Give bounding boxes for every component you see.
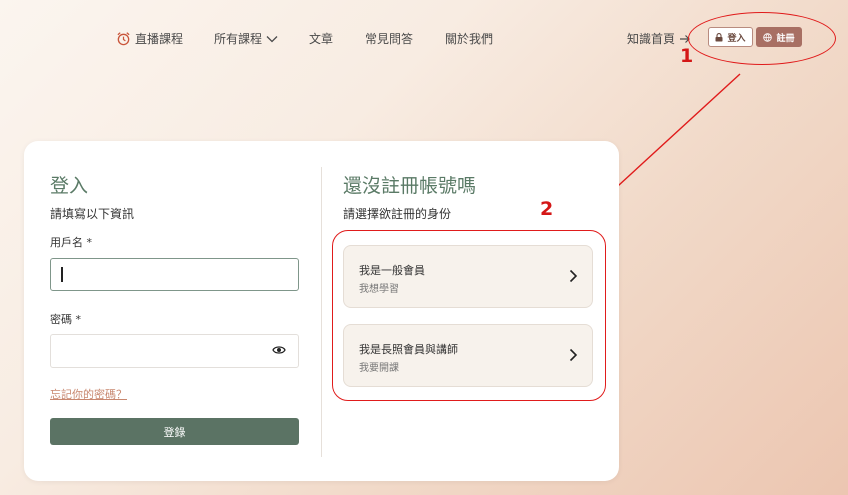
login-title: 登入: [50, 175, 89, 197]
password-input[interactable]: [50, 334, 299, 368]
column-divider: [321, 167, 322, 457]
username-input[interactable]: [50, 258, 299, 291]
register-title: 還沒註冊帳號嗎: [343, 175, 477, 197]
forgot-password-link[interactable]: 忘記你的密碼？: [50, 386, 127, 402]
register-subtitle: 請選擇欲註冊的身份: [343, 207, 452, 221]
eye-icon[interactable]: [272, 344, 286, 356]
login-subtitle: 請填寫以下資訊: [50, 207, 135, 221]
text-caret: [61, 267, 63, 282]
password-label: 密碼 *: [50, 313, 81, 326]
annotation-number-2: 2: [540, 198, 554, 220]
submit-login-button[interactable]: 登錄: [50, 418, 299, 445]
username-label: 用戶名 *: [50, 236, 92, 249]
annotation-rounded-box: [332, 230, 606, 401]
